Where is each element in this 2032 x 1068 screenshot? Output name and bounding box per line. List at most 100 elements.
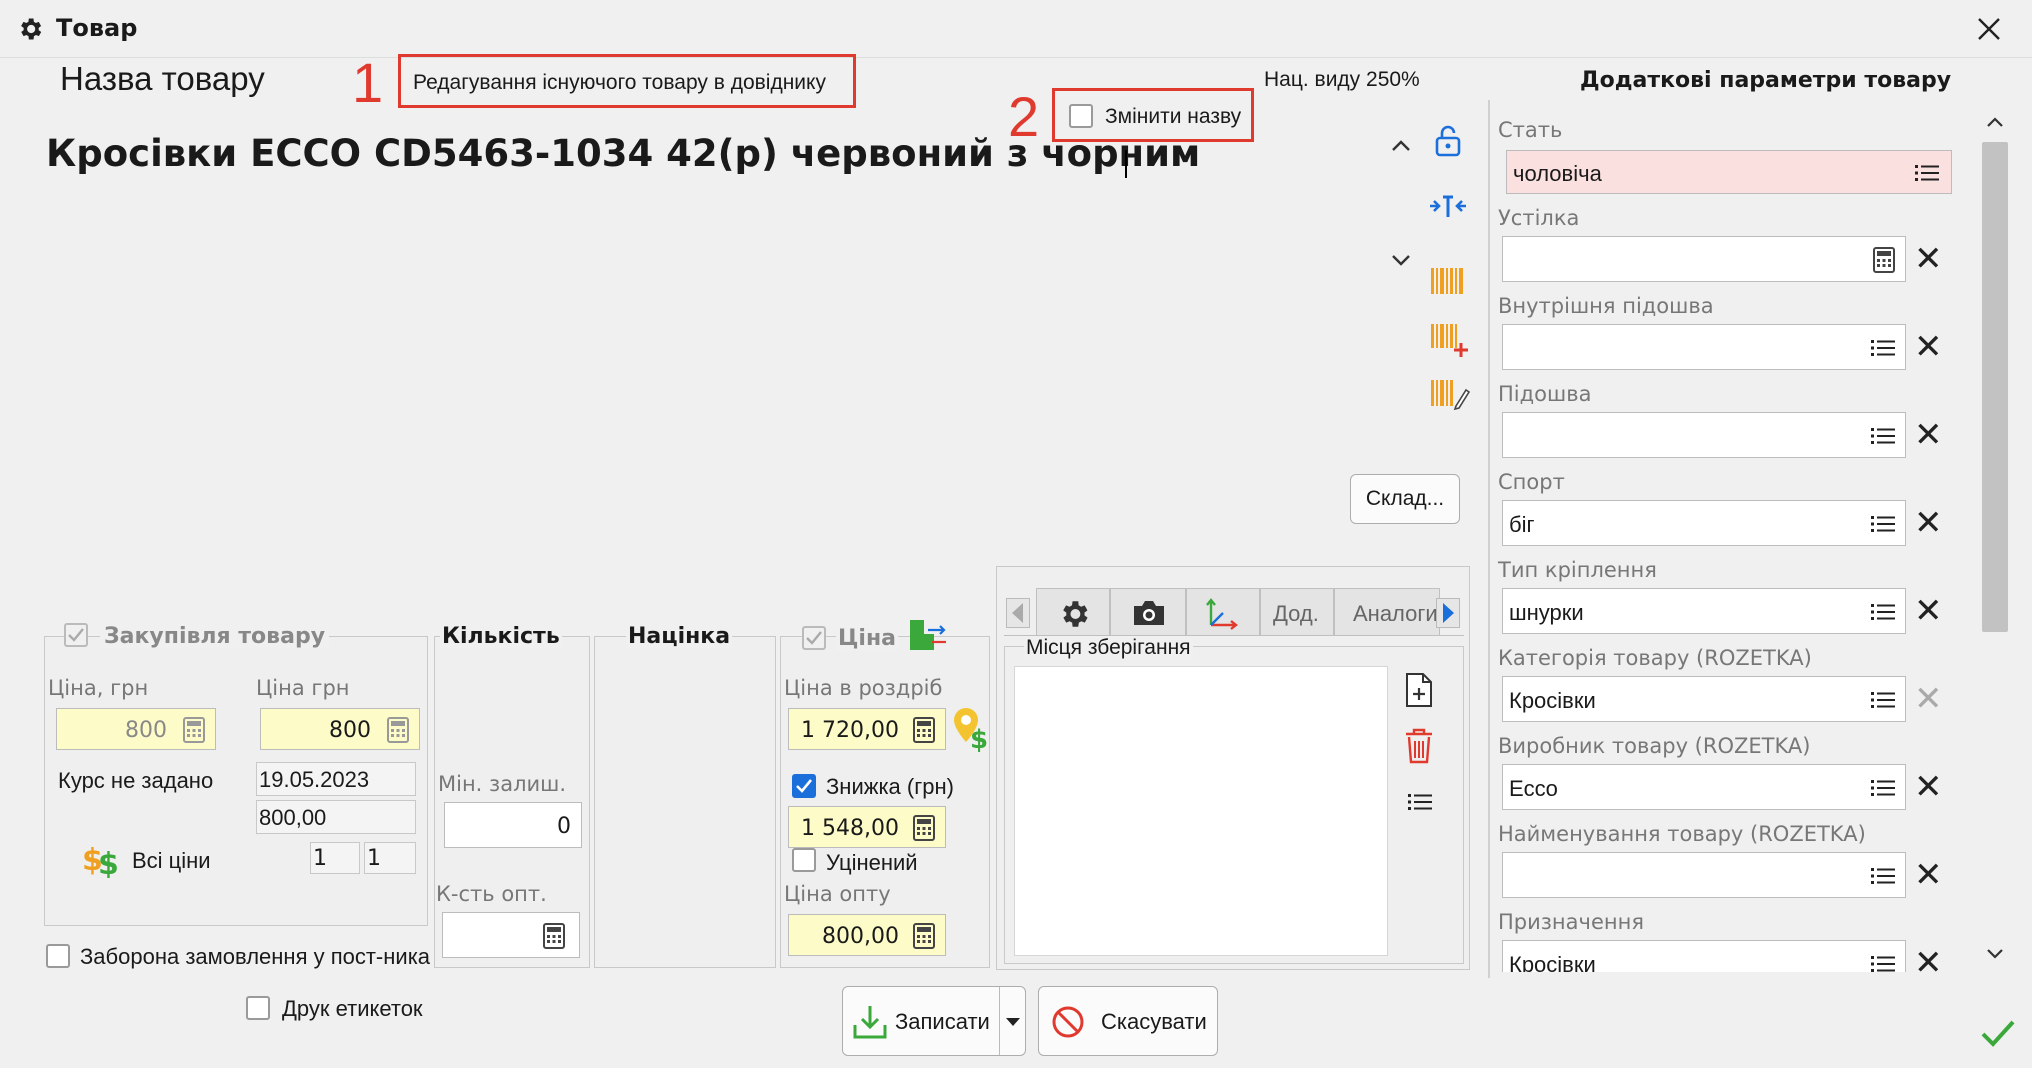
product-name-area[interactable]: Кросівки ECCO CD5463-1034 42(р) червоний…: [44, 126, 1384, 586]
list-icon[interactable]: [1871, 778, 1895, 798]
list-icon[interactable]: [1871, 954, 1895, 972]
print-labels-label: Друк етикеток: [282, 996, 423, 1021]
tab-settings[interactable]: [1036, 588, 1110, 636]
discount-price-field[interactable]: 1 548,00: [788, 806, 946, 848]
calculator-icon[interactable]: [913, 923, 935, 949]
camera-icon: [1134, 601, 1164, 625]
clear-product-name-icon[interactable]: ✕: [1914, 858, 1943, 892]
list-icon[interactable]: [1871, 426, 1895, 446]
price-title: Ціна: [836, 626, 898, 651]
discounted-checkbox[interactable]: [792, 848, 816, 872]
purchase-price-field-2[interactable]: 800: [260, 708, 420, 750]
stock-button[interactable]: Склад...: [1350, 474, 1460, 524]
text-merge-icon[interactable]: [1428, 192, 1468, 220]
list-icon[interactable]: [1871, 690, 1895, 710]
list-icon[interactable]: [1871, 338, 1895, 358]
price-label-1: Ціна, грн: [48, 676, 149, 700]
quantity-title: Кількість: [440, 624, 562, 649]
no-order-checkbox[interactable]: [46, 944, 70, 968]
param-input-gender[interactable]: чоловіча: [1506, 150, 1952, 194]
purchase-price-field-1[interactable]: 800: [56, 708, 216, 750]
list-icon[interactable]: [1871, 514, 1895, 534]
scroll-up-icon[interactable]: [1984, 114, 2006, 130]
clear-manufacturer-icon[interactable]: ✕: [1914, 770, 1943, 804]
param-input-product-name[interactable]: [1502, 852, 1906, 898]
calculator-icon[interactable]: [543, 923, 565, 949]
params-scrollbar[interactable]: [1980, 108, 2010, 974]
delete-icon[interactable]: [1404, 728, 1434, 764]
clear-sport-icon[interactable]: ✕: [1914, 506, 1943, 540]
cancel-button[interactable]: Скасувати: [1038, 986, 1218, 1056]
qty-field-a: 1: [310, 842, 360, 874]
list-icon[interactable]: [1871, 602, 1895, 622]
price-tag-dollar-icon[interactable]: $: [952, 706, 990, 752]
purchase-checkbox[interactable]: [64, 623, 88, 647]
prices-dollar-icon[interactable]: $$: [82, 840, 124, 878]
tab-photo[interactable]: [1110, 588, 1186, 636]
gear-icon[interactable]: [16, 15, 44, 43]
list-icon[interactable]: [1871, 866, 1895, 886]
save-button[interactable]: Записати: [842, 986, 1026, 1056]
rename-checkbox[interactable]: [1069, 104, 1093, 128]
tab-scroll-right-icon[interactable]: [1436, 598, 1460, 628]
mode-indicator-box: Редагування існуючого товару в довіднику: [398, 54, 856, 108]
scrollbar-thumb[interactable]: [1982, 142, 2008, 632]
calculator-icon[interactable]: [1873, 246, 1895, 274]
param-input-purpose[interactable]: Кросівки: [1502, 940, 1906, 972]
param-input-sole[interactable]: [1502, 412, 1906, 458]
retail-price-field[interactable]: 1 720,00: [788, 708, 946, 750]
annotation-1: 1: [352, 51, 384, 114]
all-prices-link[interactable]: Всі ціни: [132, 848, 211, 874]
clear-insole-icon[interactable]: ✕: [1914, 242, 1943, 276]
wholesale-price-field[interactable]: 800,00: [788, 914, 946, 956]
discount-label: Знижка (грн): [826, 774, 954, 799]
list-icon[interactable]: [1915, 163, 1939, 183]
price-checkbox[interactable]: [802, 626, 826, 650]
param-input-category[interactable]: Кросівки: [1502, 676, 1906, 722]
calculator-icon[interactable]: [913, 815, 935, 841]
barcode-icon[interactable]: [1430, 266, 1466, 296]
print-labels-checkbox[interactable]: [246, 996, 270, 1020]
param-input-insole[interactable]: [1502, 236, 1906, 282]
clear-fastening-icon[interactable]: ✕: [1914, 594, 1943, 628]
min-stock-input[interactable]: 0: [444, 802, 582, 848]
checkmark-ok-icon[interactable]: [1980, 1018, 2016, 1050]
param-input-inner-sole[interactable]: [1502, 324, 1906, 370]
calculator-icon[interactable]: [913, 717, 935, 743]
clear-sole-icon[interactable]: ✕: [1914, 418, 1943, 452]
discount-checkbox[interactable]: [792, 774, 816, 798]
lock-open-icon[interactable]: [1432, 124, 1464, 158]
param-label-sole: Підошва: [1498, 382, 1592, 406]
dropdown-arrow-icon[interactable]: [1005, 1017, 1021, 1027]
axes-icon: [1206, 598, 1238, 630]
chevron-up-icon[interactable]: [1388, 136, 1414, 156]
storage-list[interactable]: [1014, 666, 1388, 956]
tab-analogs[interactable]: Аналоги: [1334, 588, 1440, 636]
download-save-icon: [853, 1006, 887, 1039]
close-icon[interactable]: [1976, 16, 2002, 42]
barcode-edit-icon[interactable]: [1430, 378, 1470, 412]
price-transfer-icon[interactable]: [908, 618, 948, 654]
chevron-down-icon[interactable]: [1388, 250, 1414, 270]
wholesale-qty-input[interactable]: [442, 912, 580, 958]
barcode-add-icon[interactable]: [1430, 322, 1470, 358]
storage-title: Місця зберігання: [1024, 636, 1193, 660]
list-icon[interactable]: [1408, 792, 1432, 812]
calculator-icon[interactable]: [183, 717, 205, 743]
param-input-sport[interactable]: біг: [1502, 500, 1906, 546]
param-input-manufacturer[interactable]: Ecco: [1502, 764, 1906, 810]
gear-icon: [1063, 601, 1088, 627]
scroll-down-icon[interactable]: [1984, 946, 2006, 962]
calculator-icon[interactable]: [387, 717, 409, 743]
product-name-text: Кросівки ECCO CD5463-1034 42(р) червоний…: [46, 132, 1201, 175]
clear-inner-sole-icon[interactable]: ✕: [1914, 330, 1943, 364]
tab-dimensions[interactable]: [1186, 588, 1260, 636]
tab-scroll-left-icon[interactable]: [1006, 598, 1030, 628]
param-input-fastening[interactable]: шнурки: [1502, 588, 1906, 634]
tab-extra[interactable]: Дод.: [1260, 588, 1334, 636]
param-label-gender: Стать: [1498, 118, 1563, 142]
params-title: Додаткові параметри товару: [1580, 68, 1952, 93]
purchase-title: Закупівля товару: [100, 624, 330, 649]
add-file-icon[interactable]: [1404, 672, 1434, 708]
clear-purpose-icon[interactable]: ✕: [1914, 946, 1943, 972]
